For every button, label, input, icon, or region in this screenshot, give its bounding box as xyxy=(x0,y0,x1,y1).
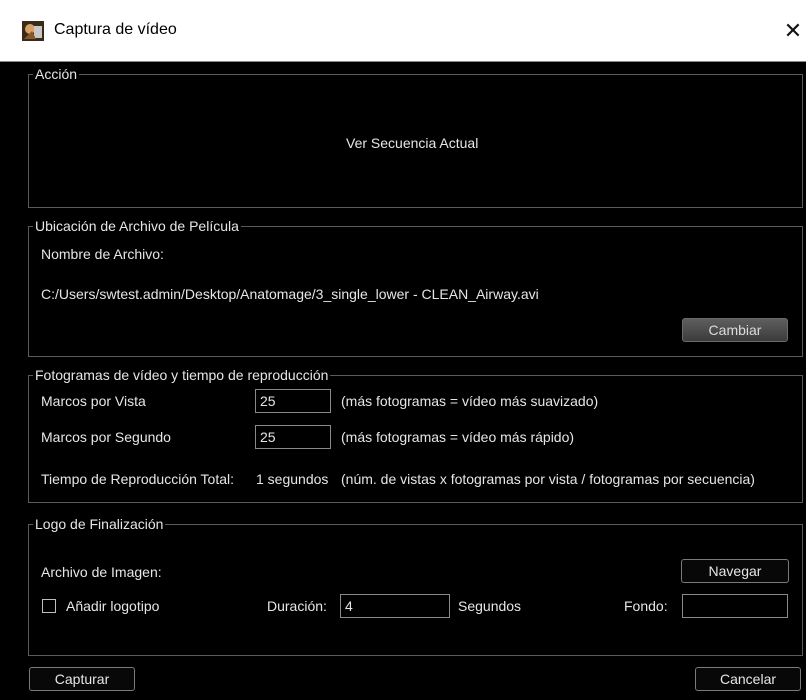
logo-group-title: Logo de Finalización xyxy=(33,515,166,533)
frames-per-second-hint: (más fotogramas = vídeo más rápido) xyxy=(341,429,575,445)
app-logo-icon xyxy=(22,21,44,41)
cancel-button[interactable]: Cancelar xyxy=(695,667,801,691)
change-button[interactable]: Cambiar xyxy=(682,318,788,342)
ubicacion-group: Ubicación de Archivo de Película Nombre … xyxy=(28,217,803,357)
frames-per-view-label: Marcos por Vista xyxy=(41,393,146,409)
accion-group: Acción Ver Secuencia Actual xyxy=(28,65,803,208)
seconds-label: Segundos xyxy=(458,598,522,614)
filename-path: C:/Users/swtest.admin/Desktop/Anatomage/… xyxy=(41,286,539,302)
frames-per-second-input[interactable]: 25 xyxy=(255,425,331,449)
close-button[interactable]: ✕ xyxy=(780,16,806,46)
ubicacion-group-title: Ubicación de Archivo de Película xyxy=(33,217,241,235)
dialog-body: Acción Ver Secuencia Actual Ubicación de… xyxy=(12,63,806,700)
close-icon: ✕ xyxy=(783,18,803,43)
duration-input[interactable]: 4 xyxy=(340,594,450,618)
background-input[interactable] xyxy=(682,594,788,618)
duration-label: Duración: xyxy=(267,598,327,614)
total-time-hint: (núm. de vistas x fotogramas por vista /… xyxy=(341,471,755,487)
add-logo-checkbox[interactable] xyxy=(42,599,56,613)
logo-group: Logo de Finalización Archivo de Imagen: … xyxy=(28,515,803,656)
background-label: Fondo: xyxy=(624,598,668,614)
total-time-label: Tiempo de Reproducción Total: xyxy=(41,471,234,487)
total-time-value: 1 segundos xyxy=(256,471,329,487)
capture-button[interactable]: Capturar xyxy=(29,667,135,691)
frames-per-second-label: Marcos por Segundo xyxy=(41,429,171,445)
browse-button[interactable]: Navegar xyxy=(681,559,789,583)
frames-per-view-hint: (más fotogramas = vídeo más suavizado) xyxy=(341,393,599,409)
accion-group-title: Acción xyxy=(33,65,80,83)
title-bar: Captura de vídeo ✕ xyxy=(0,0,806,62)
frames-per-view-input[interactable]: 25 xyxy=(255,389,331,413)
fotogramas-group-title: Fotogramas de vídeo y tiempo de reproduc… xyxy=(33,366,331,384)
image-file-label: Archivo de Imagen: xyxy=(41,564,162,580)
filename-label: Nombre de Archivo: xyxy=(41,246,164,262)
add-logo-label: Añadir logotipo xyxy=(66,598,160,614)
window-title: Captura de vídeo xyxy=(54,21,177,38)
accion-value: Ver Secuencia Actual xyxy=(346,135,479,151)
fotogramas-group: Fotogramas de vídeo y tiempo de reproduc… xyxy=(28,366,803,503)
